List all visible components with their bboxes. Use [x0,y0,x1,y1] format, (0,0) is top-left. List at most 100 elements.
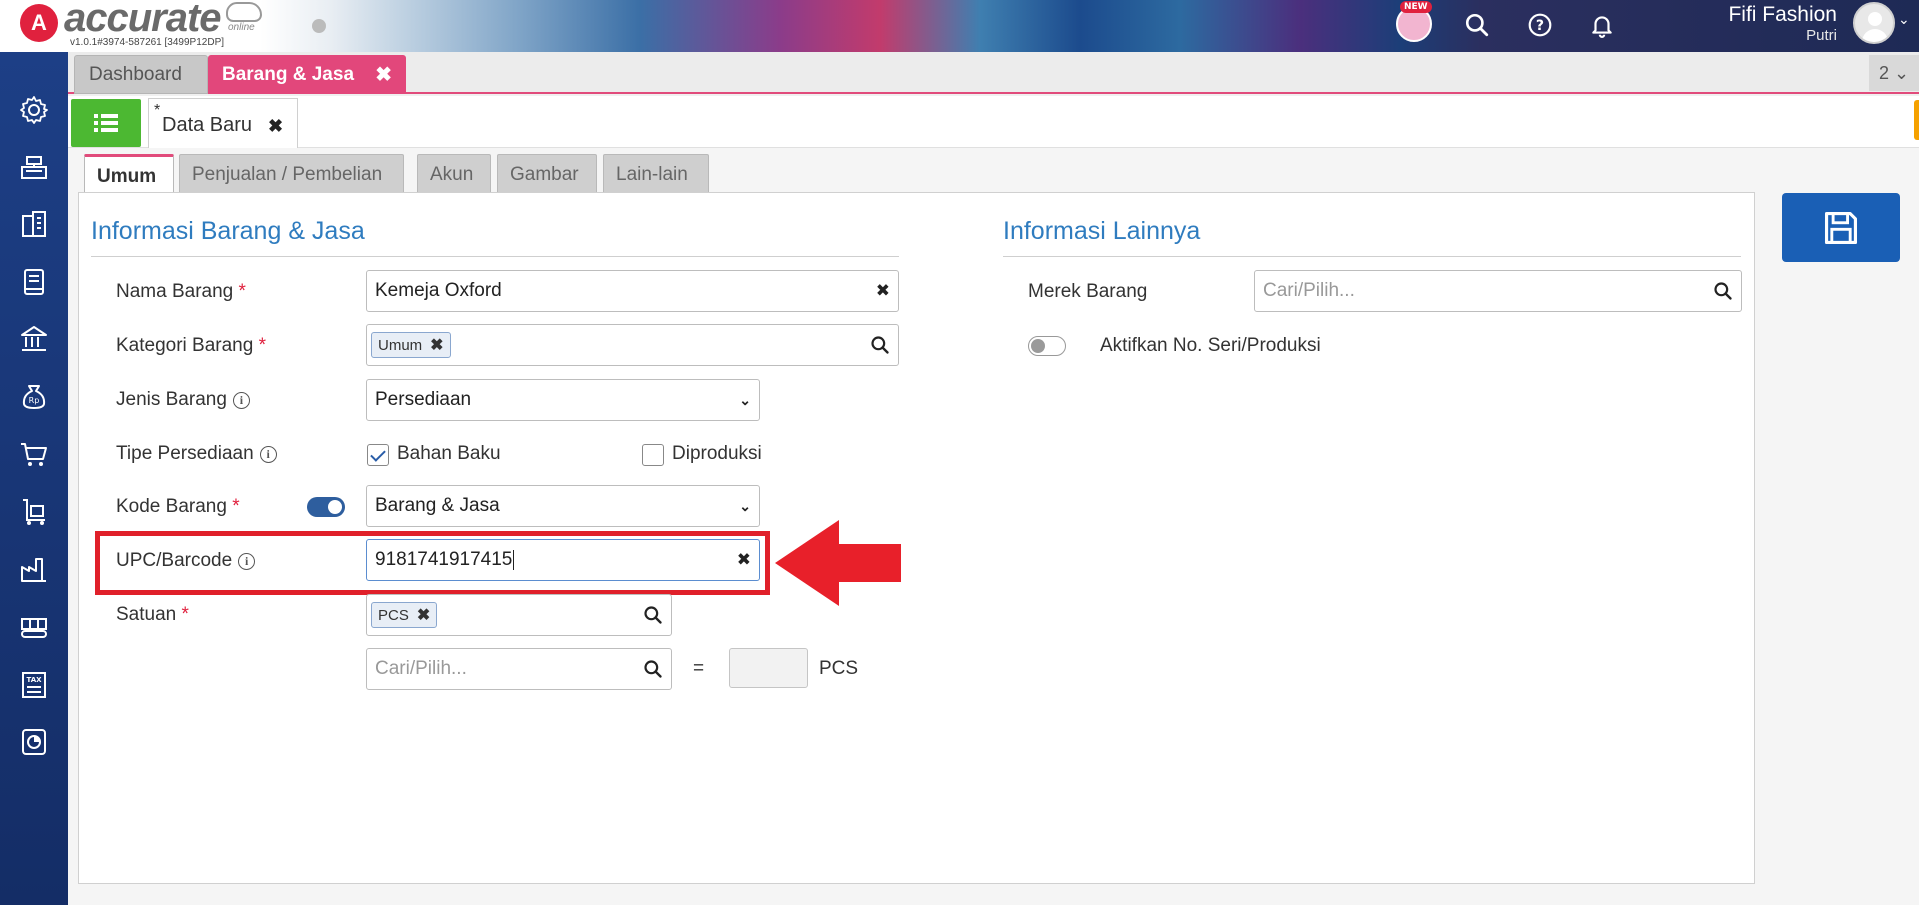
close-tab-icon[interactable]: ✖ [375,62,392,87]
tab-umum-label: Umum [97,165,157,187]
chevron-down-icon: ⌄ [1893,62,1910,83]
diproduksi-checkbox[interactable] [642,444,664,466]
satuan-unit-label: PCS [819,658,859,679]
tips-button[interactable] [1914,100,1919,140]
clear-icon[interactable]: ✖ [876,281,890,301]
diproduksi-label: Diproduksi [672,443,762,464]
conveyor-icon[interactable] [14,607,54,647]
trolley-icon[interactable] [14,492,54,532]
satuan-chip-label: PCS [378,606,409,624]
company-name[interactable]: Fifi Fashion [1728,3,1837,27]
svg-text:Rp: Rp [29,396,40,405]
kategori-barang-label: Kategori Barang * [116,335,266,357]
open-tabs-count: 2 [1878,62,1889,83]
jenis-barang-select[interactable]: Persediaan ⌄ [366,379,760,421]
jenis-barang-label: Jenis Barang i [116,389,250,411]
logo-letter: A [31,10,47,35]
sidebar: Rp TAX [0,52,68,905]
kode-barang-text: Kode Barang [116,496,227,517]
factory-icon[interactable] [14,549,54,589]
kategori-chip: Umum ✖ [371,332,451,358]
highlight-box [95,531,770,595]
satuan-text: Satuan [116,604,177,625]
cash-register-icon[interactable] [14,147,54,187]
building-icon[interactable] [14,204,54,244]
remove-chip-icon[interactable]: ✖ [430,335,443,355]
gear-icon[interactable] [14,90,54,130]
save-icon [1824,211,1858,244]
open-tabs-dropdown[interactable]: 2 ⌄ [1869,55,1919,91]
search-icon[interactable] [643,605,663,625]
unsaved-star: * [154,102,161,119]
tab-penjualan-pembelian[interactable]: Penjualan / Pembelian [179,154,404,194]
tab-barang-jasa-label: Barang & Jasa [222,63,355,85]
brand-sub: online [228,22,255,33]
tab-gambar[interactable]: Gambar [497,154,597,194]
divider [1003,256,1741,257]
bahan-baku-label: Bahan Baku [397,443,501,464]
search-icon[interactable] [643,659,663,679]
search-icon[interactable] [870,335,890,355]
save-button[interactable] [1782,193,1900,262]
svg-text:TAX: TAX [26,676,42,684]
user-avatar[interactable] [1853,2,1895,44]
konversi-input[interactable] [729,648,808,688]
tab-barang-jasa[interactable]: Barang & Jasa ✖ [208,55,406,94]
module-tab-strip: Dashboard Barang & Jasa ✖ 2 ⌄ [68,52,1919,94]
bank-icon[interactable] [14,319,54,359]
satuan-input[interactable]: PCS ✖ [366,594,672,636]
satuan-tambahan-input[interactable]: Cari/Pilih... [366,648,672,690]
svg-text:?: ? [1536,18,1544,34]
report-chart-icon[interactable] [14,722,54,762]
money-bag-icon[interactable]: Rp [14,376,54,416]
tab-dashboard[interactable]: Dashboard [74,55,208,94]
brand-name: accurate [64,0,222,40]
tab-akun-label: Akun [430,163,474,185]
status-dot [312,19,326,33]
list-menu-button[interactable] [71,99,141,147]
top-header: A accurate online v1.0.1#3974-587261 [34… [0,0,1919,52]
tab-akun[interactable]: Akun [417,154,491,194]
list-icon [94,114,118,132]
no-seri-toggle[interactable] [1028,336,1066,356]
tab-lain-lain-label: Lain-lain [616,163,688,185]
search-icon[interactable] [1713,281,1733,301]
satuan-chip: PCS ✖ [371,602,438,628]
merek-barang-input[interactable]: Cari/Pilih... [1254,270,1742,312]
new-badge: NEW [1400,1,1432,13]
notification-bell-icon[interactable] [1585,8,1619,42]
tab-data-baru[interactable]: * Data Baru ✖ [148,98,298,148]
accurate-logo[interactable]: A [20,4,58,42]
tab-data-baru-label: Data Baru [162,114,253,136]
merek-placeholder: Cari/Pilih... [1263,280,1355,301]
tab-umum[interactable]: Umum [84,154,174,196]
satuan-label: Satuan * [116,604,189,626]
search-icon[interactable] [1460,8,1494,42]
tax-icon[interactable]: TAX [14,665,54,705]
close-icon[interactable]: ✖ [268,116,283,137]
section-title-barang-jasa: Informasi Barang & Jasa [91,217,365,245]
help-icon[interactable]: ? [1523,8,1557,42]
jenis-barang-text: Jenis Barang [116,389,227,410]
tab-lain-lain[interactable]: Lain-lain [603,154,709,194]
kode-barang-select[interactable]: Barang & Jasa ⌄ [366,485,760,527]
required-asterisk: * [232,496,240,517]
info-icon[interactable]: i [232,392,250,409]
user-menu-chevron-icon[interactable]: ⌄ [1898,12,1910,28]
chevron-down-icon: ⌄ [739,497,751,514]
kategori-barang-input[interactable]: Umum ✖ [366,324,899,366]
tipe-persediaan-label: Tipe Persediaan i [116,443,277,465]
required-asterisk: * [238,281,246,302]
nama-barang-text: Nama Barang [116,281,234,302]
pointer-arrow-icon [775,520,901,606]
remove-chip-icon[interactable]: ✖ [417,605,430,625]
kode-barang-toggle[interactable] [307,497,345,517]
nama-barang-value: Kemeja Oxford [375,280,502,301]
tab-dashboard-label: Dashboard [89,63,182,85]
satuan-tambahan-placeholder: Cari/Pilih... [375,658,467,679]
book-icon[interactable] [14,262,54,302]
bahan-baku-checkbox[interactable] [367,444,389,466]
cart-icon[interactable] [14,434,54,474]
info-icon[interactable]: i [259,446,277,463]
nama-barang-input[interactable]: Kemeja Oxford ✖ [366,270,899,312]
